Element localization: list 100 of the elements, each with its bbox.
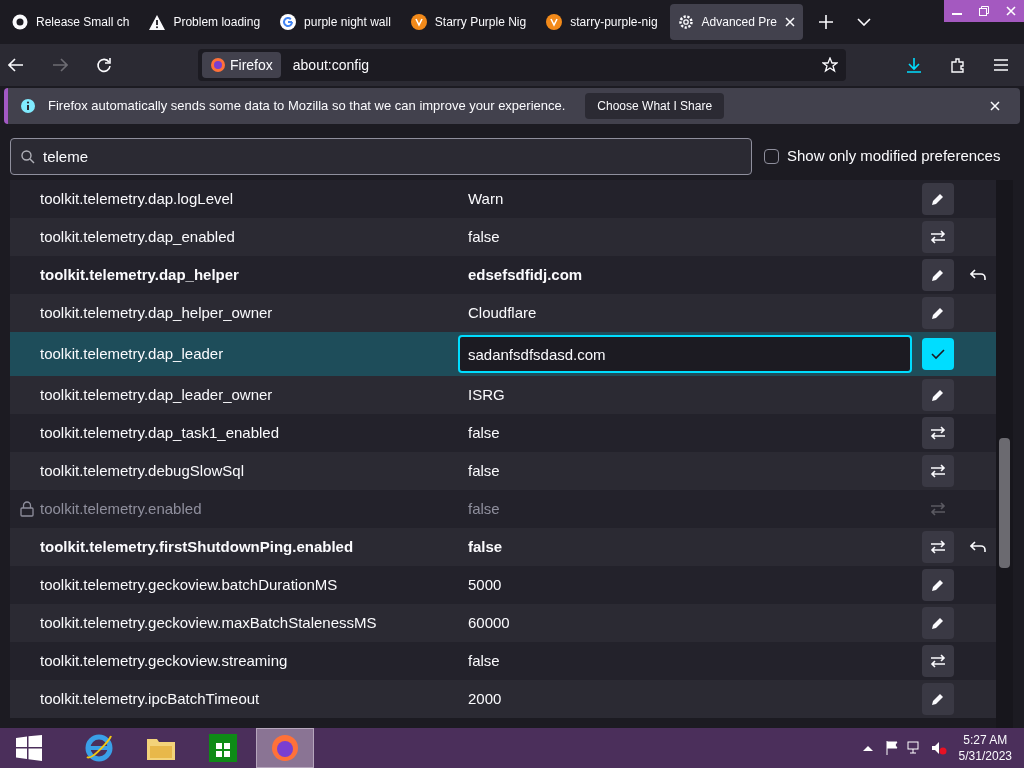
scrollbar-thumb[interactable] (999, 438, 1010, 568)
preference-row[interactable]: toolkit.telemetry.dap_enabled false (10, 218, 996, 256)
preference-name: toolkit.telemetry.dap_task1_enabled (40, 422, 280, 443)
preference-row[interactable]: toolkit.telemetry.enabled false (10, 490, 996, 528)
save-button[interactable] (922, 338, 954, 370)
checkbox-label: Show only modified preferences (787, 146, 1001, 167)
preference-name: toolkit.telemetry.debugSlowSql (40, 460, 244, 481)
info-icon (20, 98, 36, 114)
url-text: about:config (292, 55, 371, 75)
preference-row[interactable]: toolkit.telemetry.geckoview.streaming false (10, 642, 996, 680)
preference-value: false (467, 460, 500, 481)
preference-row[interactable]: toolkit.telemetry.dap.logLevel Warn (10, 180, 996, 218)
address-bar[interactable]: Firefox about:config (198, 49, 846, 81)
toggle-button[interactable] (922, 417, 954, 449)
edit-button[interactable] (922, 379, 954, 411)
toggle-button[interactable] (922, 455, 954, 487)
preference-row[interactable]: toolkit.telemetry.geckoview.batchDurationMS 5000 (10, 566, 996, 604)
edit-button[interactable] (922, 183, 954, 215)
preference-row[interactable]: toolkit.telemetry.dap_helper_owner Cloudflare (10, 294, 996, 332)
preference-value: false (467, 650, 500, 671)
browser-tab[interactable]: purple night wall (272, 4, 399, 40)
preference-name: toolkit.telemetry.geckoview.batchDurationMS (40, 574, 338, 595)
preference-name: toolkit.telemetry.dap_leader_owner (40, 384, 273, 405)
circle-logo-icon (12, 14, 28, 30)
edit-button[interactable] (922, 607, 954, 639)
preference-row[interactable]: toolkit.telemetry.dap_task1_enabled false (10, 414, 996, 452)
preference-row[interactable]: toolkit.telemetry.debugSlowSql false (10, 452, 996, 490)
pencil-icon (931, 306, 945, 320)
menu-icon[interactable] (994, 59, 1008, 71)
swap-arrows-icon (930, 540, 946, 554)
preference-value: Cloudflare (467, 302, 537, 323)
preference-row[interactable]: toolkit.telemetry.dap_leader sadanfsdfsdasd.com (10, 332, 996, 376)
edit-button[interactable] (922, 569, 954, 601)
v-logo-icon (546, 14, 563, 30)
preference-value: false (467, 498, 500, 519)
preference-name: toolkit.telemetry.geckoview.streaming (40, 650, 288, 671)
preference-row[interactable]: toolkit.telemetry.geckoview.maxBatchStalenessMS 60000 (10, 604, 996, 642)
windows-logo-icon[interactable] (16, 735, 42, 761)
search-field[interactable]: teleme (10, 138, 752, 175)
preference-name: toolkit.telemetry.dap_enabled (40, 226, 235, 247)
preference-value: 5000 (467, 574, 502, 595)
pencil-icon (931, 616, 945, 630)
preference-name: toolkit.telemetry.dap_leader (40, 343, 224, 364)
pencil-icon (931, 388, 945, 402)
download-icon[interactable] (906, 57, 922, 73)
restore-icon[interactable] (979, 6, 989, 16)
reload-icon[interactable] (96, 57, 112, 73)
pencil-icon (931, 268, 945, 282)
preference-name: toolkit.telemetry.dap_helper (40, 264, 239, 285)
edit-button[interactable] (922, 683, 954, 715)
preference-value: edsefsdfidj.com (467, 264, 583, 285)
preference-name: toolkit.telemetry.geckoview.maxBatchStalenessMS (40, 612, 377, 633)
preference-row[interactable]: toolkit.telemetry.dap_helper edsefsdfidj.com (10, 256, 996, 294)
choose-what-i-share-button[interactable]: Choose What I Share (585, 93, 725, 119)
browser-tab[interactable]: Advanced Pre (669, 4, 803, 40)
browser-tab[interactable]: Release Small ch (4, 4, 138, 40)
scrollbar[interactable] (996, 180, 1013, 728)
gear-icon (677, 14, 694, 30)
preference-value: 2000 (467, 688, 502, 709)
edit-button[interactable] (922, 259, 954, 291)
clock-time: 5:27 AM (963, 732, 1008, 748)
close-icon[interactable] (990, 101, 1000, 111)
browser-tab[interactable]: Starry Purple Nig (402, 4, 535, 40)
toggle-button[interactable] (922, 645, 954, 677)
preference-name: toolkit.telemetry.dap.logLevel (40, 188, 234, 209)
close-icon[interactable] (784, 17, 795, 27)
chevron-up-icon[interactable] (862, 745, 873, 751)
forward-icon[interactable] (52, 58, 68, 72)
preference-value: false (467, 226, 500, 247)
toggle-button[interactable] (922, 531, 954, 563)
chevron-down-icon (856, 18, 871, 26)
swap-arrows-icon (930, 426, 946, 440)
preference-name: toolkit.telemetry.firstShutdownPing.enabled (40, 536, 354, 557)
close-icon[interactable] (1005, 6, 1016, 16)
puzzle-icon[interactable] (950, 57, 966, 73)
edit-button[interactable] (922, 297, 954, 329)
pencil-icon (931, 692, 945, 706)
value-input-field[interactable]: sadanfsdfsdasd.com (458, 335, 912, 373)
identity-box[interactable]: Firefox (202, 52, 281, 78)
preference-row[interactable]: toolkit.telemetry.dap_leader_owner ISRG (10, 376, 996, 414)
e-logo-icon (84, 733, 114, 763)
reset-arrow-icon (970, 269, 986, 281)
star-icon[interactable] (822, 57, 838, 73)
preference-value: false (467, 422, 500, 443)
preference-value: Warn (467, 188, 504, 209)
browser-tab[interactable]: starry-purple-nig (538, 4, 666, 40)
back-icon[interactable] (8, 58, 24, 72)
preference-row[interactable]: toolkit.telemetry.ipcBatchTimeout 2000 (10, 680, 996, 718)
swap-arrows-icon (930, 464, 946, 478)
flag-icon[interactable] (884, 741, 899, 755)
preference-row[interactable]: toolkit.telemetry.firstShutdownPing.enabled false (10, 528, 996, 566)
muted-speaker-icon[interactable] (930, 741, 947, 755)
browser-tab[interactable]: Problem loading (141, 4, 269, 40)
preference-value: false (467, 536, 503, 557)
g-logo-icon (280, 14, 297, 30)
checkbox[interactable] (764, 149, 779, 164)
swap-arrows-icon (930, 502, 946, 516)
preference-value: ISRG (467, 384, 505, 405)
toggle-button[interactable] (922, 221, 954, 253)
notification-message: Firefox automatically sends some data to Mozilla so that we can improve your experience. (48, 97, 566, 116)
